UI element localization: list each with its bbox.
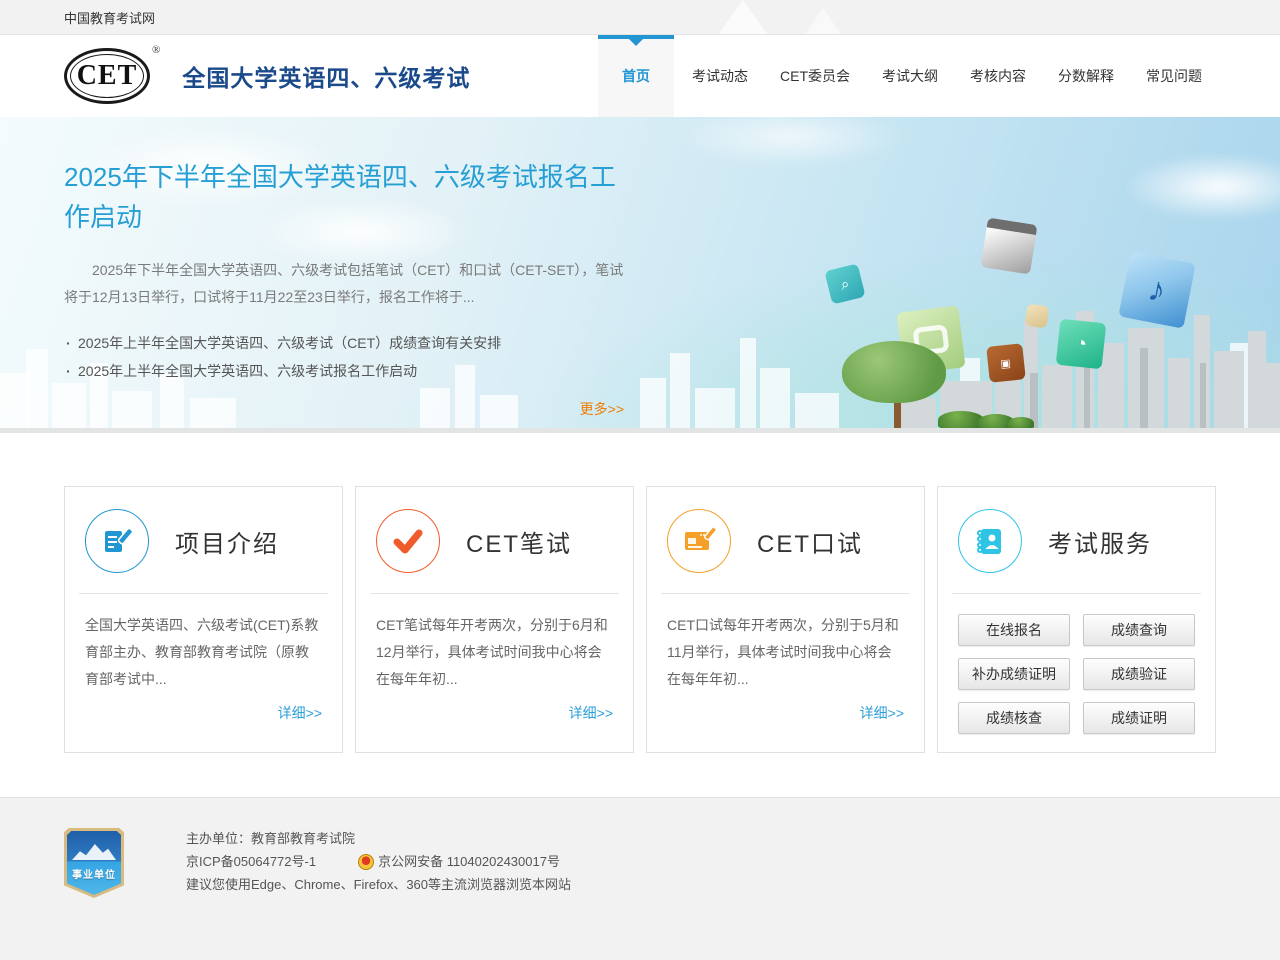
more-link[interactable]: 更多>>: [64, 399, 624, 419]
nav-item-syllabus[interactable]: 考试大纲: [868, 35, 952, 117]
browser-pencil-icon: [667, 509, 731, 573]
cloud: [640, 117, 940, 177]
detail-link[interactable]: 详细>>: [376, 703, 613, 723]
main-nav: 首页 考试动态 CET委员会 考试大纲 考核内容 分数解释 常见问题: [598, 35, 1216, 117]
reissue-score-certificate-button[interactable]: 补办成绩证明: [958, 658, 1070, 690]
card-text: CET口试每年开考两次，分别于5月和11月举行，具体考试时间我中心将会在每年年初…: [667, 612, 904, 693]
card-title: 考试服务: [1048, 524, 1152, 559]
card-title: CET笔试: [466, 524, 572, 559]
score-verification-button[interactable]: 成绩验证: [1083, 658, 1195, 690]
police-badge-icon: [358, 854, 374, 870]
nav-item-assessment-content[interactable]: 考核内容: [956, 35, 1040, 117]
document-pencil-icon: [85, 509, 149, 573]
nav-item-exam-news[interactable]: 考试动态: [678, 35, 762, 117]
nav-item-faq[interactable]: 常见问题: [1132, 35, 1216, 117]
score-certificate-button[interactable]: 成绩证明: [1083, 702, 1195, 734]
cloud: [1090, 142, 1280, 232]
divider: [661, 593, 910, 594]
hero-headline-link[interactable]: 2025年下半年全国大学英语四、六级考试报名工作启动: [64, 157, 624, 237]
hero-banner: ⌕ ◔ ▣ ♪ 2025年下半年全国大学英语四、六级考试报名工作启动 2025年…: [0, 117, 1280, 433]
cards-section: 项目介绍 全国大学英语四、六级考试(CET)系教育部主办、教育部教育考试院（原教…: [0, 433, 1280, 960]
card-title: 项目介绍: [175, 524, 279, 559]
music-cube-icon: ♪: [1118, 251, 1195, 328]
public-institution-badge[interactable]: 事业单位: [64, 828, 124, 898]
header: CET ® 全国大学英语四、六级考试 首页 考试动态 CET委员会 考试大纲 考…: [0, 35, 1280, 117]
browser-tip: 建议您使用Edge、Chrome、Firefox、360等主流浏览器浏览本网站: [186, 874, 571, 896]
calculator-cube-icon: ▣: [986, 343, 1026, 383]
public-security-record-link[interactable]: 京公网安备 11040202430017号: [378, 851, 560, 873]
footer: 事业单位 主办单位：教育部教育考试院 京ICP备05064772号-1 京公网安…: [0, 797, 1280, 960]
divider: [952, 593, 1201, 594]
news-item[interactable]: 2025年上半年全国大学英语四、六级考试（CET）成绩查询有关安排: [64, 329, 624, 357]
nav-item-cet-committee[interactable]: CET委员会: [766, 35, 864, 117]
piano-cube-icon: [980, 217, 1037, 274]
cet-logo[interactable]: CET ®: [64, 48, 160, 104]
icp-record-link[interactable]: 京ICP备05064772号-1: [186, 851, 316, 873]
score-query-button[interactable]: 成绩查询: [1083, 614, 1195, 646]
search-cube-icon: ⌕: [824, 263, 865, 304]
card-cet-written-test: CET笔试 CET笔试每年开考两次，分别于6月和12月举行，具体考试时间我中心将…: [355, 486, 634, 753]
detail-link[interactable]: 详细>>: [85, 703, 322, 723]
organizer-line: 主办单位：教育部教育考试院: [186, 828, 571, 850]
card-project-intro: 项目介绍 全国大学英语四、六级考试(CET)系教育部主办、教育部教育考试院（原教…: [64, 486, 343, 753]
score-recheck-button[interactable]: 成绩核查: [958, 702, 1070, 734]
hero-text-block: 2025年下半年全国大学英语四、六级考试报名工作启动 2025年下半年全国大学英…: [64, 157, 624, 419]
chart-cube-icon: ◔: [1056, 319, 1107, 370]
online-registration-button[interactable]: 在线报名: [958, 614, 1070, 646]
divider: [370, 593, 619, 594]
divider: [79, 593, 328, 594]
card-text: CET笔试每年开考两次，分别于6月和12月举行，具体考试时间我中心将会在每年年初…: [376, 612, 613, 693]
badge-label: 事业单位: [64, 866, 124, 881]
card-title: CET口试: [757, 524, 863, 559]
small-cube-icon: [1025, 304, 1050, 329]
footer-info: 主办单位：教育部教育考试院 京ICP备05064772号-1 京公网安备 110…: [186, 828, 571, 898]
tree-illustration: [842, 341, 952, 429]
nav-item-home[interactable]: 首页: [598, 35, 674, 117]
hero-news-list: 2025年上半年全国大学英语四、六级考试（CET）成绩查询有关安排 2025年上…: [64, 329, 624, 385]
service-buttons: 在线报名 成绩查询 补办成绩证明 成绩验证 成绩核查 成绩证明: [958, 614, 1195, 734]
ground-strip: [0, 428, 1280, 433]
page-title: 全国大学英语四、六级考试: [182, 59, 470, 93]
registered-mark: ®: [152, 44, 160, 56]
hero-summary: 2025年下半年全国大学英语四、六级考试包括笔试（CET）和口试（CET-SET…: [64, 257, 624, 311]
notebook-person-icon: [958, 509, 1022, 573]
checkmark-icon: [376, 509, 440, 573]
card-cet-oral-test: CET口试 CET口试每年开考两次，分别于5月和11月举行，具体考试时间我中心将…: [646, 486, 925, 753]
top-strip: 中国教育考试网: [0, 0, 1280, 35]
cet-logo-oval: CET: [64, 48, 150, 104]
card-exam-services: 考试服务 在线报名 成绩查询 补办成绩证明 成绩验证 成绩核查 成绩证明: [937, 486, 1216, 753]
site-network-link[interactable]: 中国教育考试网: [64, 8, 155, 27]
card-text: 全国大学英语四、六级考试(CET)系教育部主办、教育部教育考试院（原教育部考试中…: [85, 612, 322, 693]
detail-link[interactable]: 详细>>: [667, 703, 904, 723]
news-item[interactable]: 2025年上半年全国大学英语四、六级考试报名工作启动: [64, 357, 624, 385]
cet-logo-text: CET: [77, 60, 138, 92]
nav-item-score-interpretation[interactable]: 分数解释: [1044, 35, 1128, 117]
